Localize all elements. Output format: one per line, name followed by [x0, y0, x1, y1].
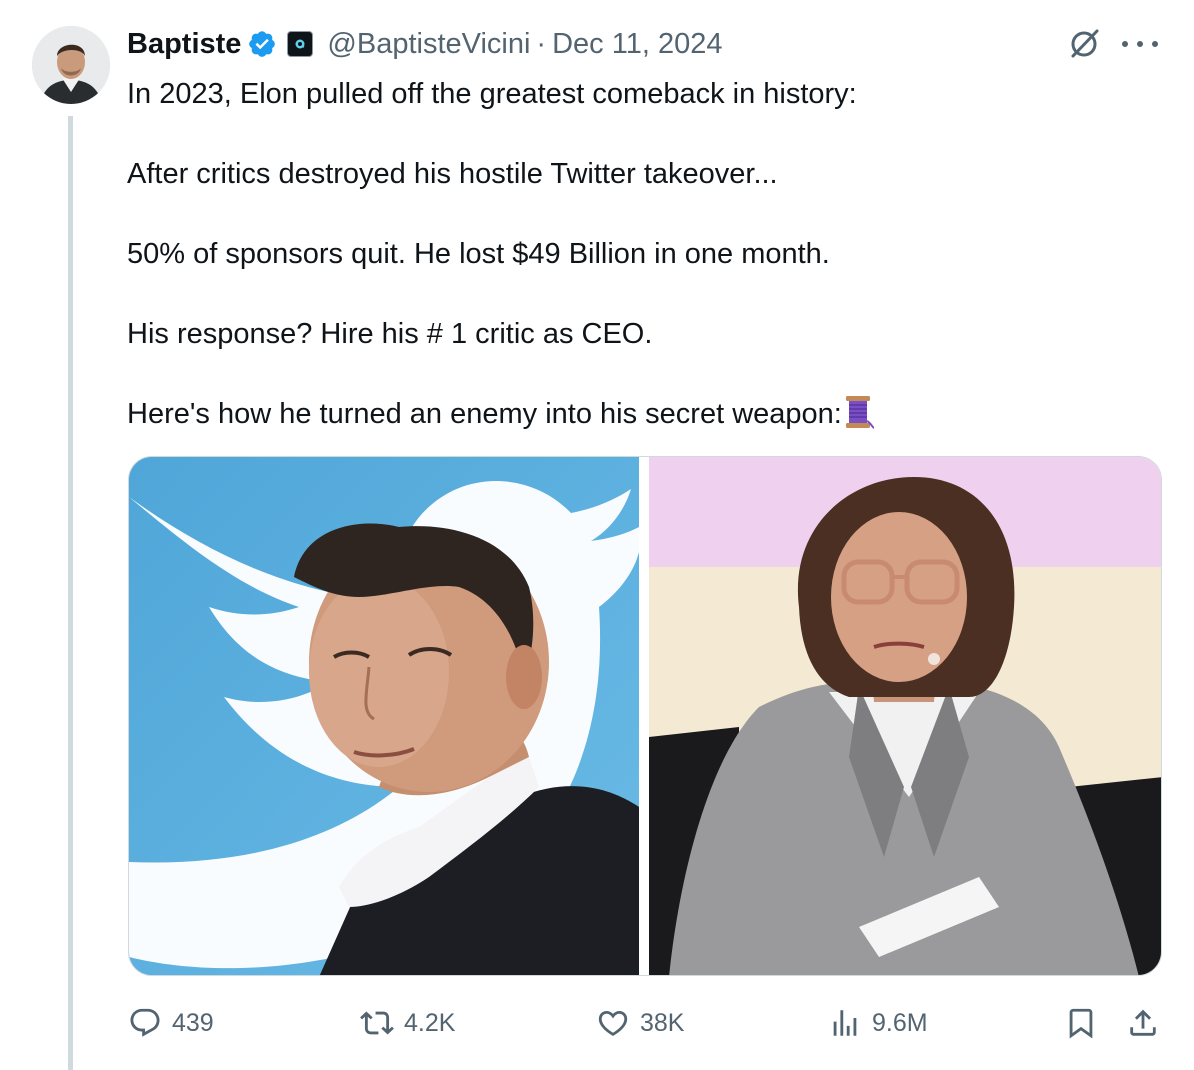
media-image-left[interactable] — [129, 457, 639, 975]
tweet-date[interactable]: Dec 11, 2024 — [552, 28, 722, 61]
author-name[interactable]: Baptiste — [127, 28, 241, 61]
tweet-line — [127, 354, 1167, 394]
views-chart-icon — [833, 1010, 857, 1036]
heart-icon — [598, 1010, 628, 1036]
like-button[interactable]: 38K — [596, 1006, 684, 1040]
tweet-line: In 2023, Elon pulled off the greatest co… — [127, 78, 857, 110]
views-count: 9.6M — [872, 1008, 928, 1037]
reply-count: 439 — [172, 1008, 214, 1037]
reply-button[interactable]: 439 — [128, 1006, 214, 1040]
tweet-line: 50% of sponsors quit. He lost $49 Billio… — [127, 238, 830, 270]
tweet-top-actions — [1066, 26, 1158, 62]
photo-man-with-bird-logo — [129, 457, 639, 975]
repost-icon — [360, 1011, 394, 1035]
bookmark-button[interactable] — [1064, 1006, 1098, 1040]
tweet-action-bar: 439 4.2K 38K 9.6M — [128, 1006, 1162, 1040]
media-image-right[interactable] — [649, 457, 1161, 975]
share-icon — [1130, 1009, 1156, 1036]
tweet-text: In 2023, Elon pulled off the greatest co… — [127, 74, 1167, 434]
views-button[interactable]: 9.6M — [828, 1006, 928, 1040]
affiliate-badge-icon[interactable] — [287, 31, 314, 57]
avatar-image — [32, 26, 110, 104]
more-options-icon[interactable] — [1122, 26, 1158, 62]
avatar[interactable] — [32, 26, 110, 104]
tweet-line-last: Here's how he turned an enemy into his s… — [127, 394, 1167, 434]
bookmark-icon — [1069, 1008, 1093, 1039]
tweet-line — [127, 274, 1167, 314]
tweet-header: Baptiste @BaptisteVicini · Dec 11, 2024 — [127, 24, 722, 64]
tweet-media[interactable] — [128, 456, 1162, 976]
tweet-line — [127, 114, 1167, 154]
reply-icon — [130, 1008, 160, 1037]
separator-dot: · — [536, 27, 547, 60]
repost-button[interactable]: 4.2K — [360, 1006, 455, 1040]
tweet-line: His response? Hire his # 1 critic as CEO… — [127, 318, 653, 350]
share-button[interactable] — [1126, 1006, 1160, 1040]
photo-woman-in-gray-suit — [649, 457, 1161, 975]
like-count: 38K — [640, 1008, 685, 1037]
thread-line — [68, 116, 73, 1070]
verified-badge-icon[interactable] — [247, 29, 277, 59]
grok-icon[interactable] — [1066, 26, 1102, 62]
repost-count: 4.2K — [404, 1008, 456, 1037]
tweet-card[interactable]: Baptiste @BaptisteVicini · Dec 11, 2024 — [0, 0, 1194, 1070]
tweet-line: Here's how he turned an enemy into his s… — [127, 398, 842, 430]
spool-of-thread-icon — [845, 396, 874, 429]
author-handle[interactable]: @BaptisteVicini — [327, 28, 530, 61]
tweet-line: After critics destroyed his hostile Twit… — [127, 158, 778, 190]
tweet-line — [127, 194, 1167, 234]
